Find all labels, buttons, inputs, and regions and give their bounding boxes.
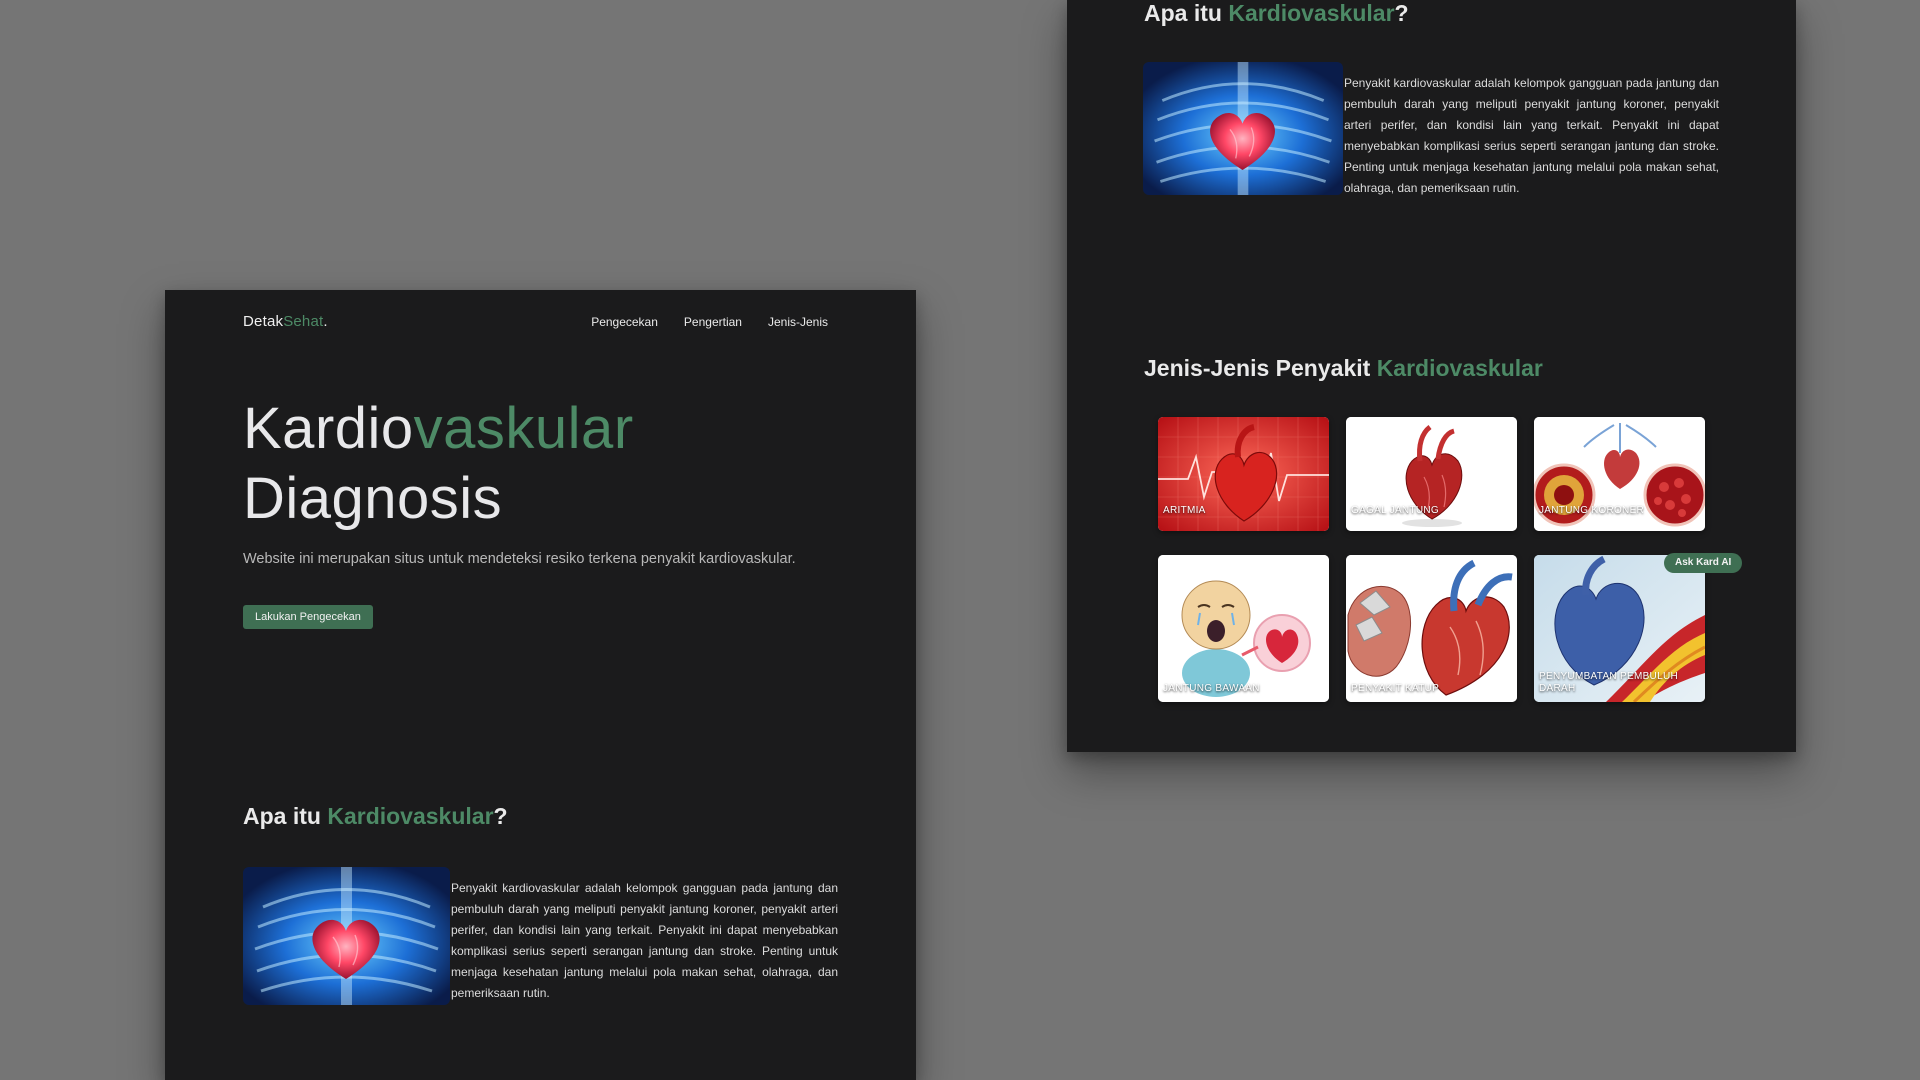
types-section-title: Jenis-Jenis Penyakit Kardiovaskular xyxy=(1144,355,1543,382)
hero-title-line1: Kardiovaskular xyxy=(243,394,634,464)
about-description: Penyakit kardiovaskular adalah kelompok … xyxy=(451,881,838,1000)
about-description: Penyakit kardiovaskular adalah kelompok … xyxy=(1344,76,1719,195)
types-page-preview: Apa itu Kardiovaskular? Penyakit kardiov… xyxy=(1067,0,1796,752)
disease-card-jantung-koroner[interactable]: JANTUNG KORONER xyxy=(1534,417,1705,531)
about-title-accent: Kardiovaskular xyxy=(327,803,494,829)
disease-card-penyakit-katup[interactable]: PENYAKIT KATUP xyxy=(1346,555,1517,702)
card-label: ARITMIA xyxy=(1163,505,1206,516)
card-label: PENYUMBATAN PEMBULUH DARAH xyxy=(1539,671,1678,694)
disease-card-aritmia[interactable]: ARITMIA xyxy=(1158,417,1329,531)
hero-title-line2: Diagnosis xyxy=(243,466,503,531)
heart-valve-image xyxy=(1346,555,1517,702)
hero-subtitle: Website ini merupakan situs untuk mendet… xyxy=(243,551,796,567)
brand-name-part2: Sehat xyxy=(283,313,324,330)
ask-kard-ai-button[interactable]: Ask Kard AI xyxy=(1664,553,1743,573)
disease-card-penyumbatan-pembuluh-darah[interactable]: PENYUMBATAN PEMBULUH DARAH xyxy=(1534,555,1705,702)
about-title-prefix: Apa itu xyxy=(1144,0,1229,26)
about-title-suffix: ? xyxy=(493,803,508,829)
nav-links: Pengecekan Pengertian Jenis-Jenis xyxy=(591,315,828,329)
card-label: GAGAL JANTUNG xyxy=(1351,505,1439,516)
nav-link-jenis-jenis[interactable]: Jenis-Jenis xyxy=(768,315,828,329)
disease-card-gagal-jantung[interactable]: GAGAL JANTUNG xyxy=(1346,417,1517,531)
disease-card-jantung-bawaan[interactable]: JANTUNG BAWAAN xyxy=(1158,555,1329,702)
heart-chest-xray-image xyxy=(1143,62,1343,195)
brand-logo[interactable]: DetakSehat. xyxy=(243,313,328,330)
about-title-prefix: Apa itu xyxy=(243,803,328,829)
check-now-button[interactable]: Lakukan Pengecekan xyxy=(243,605,373,629)
heart-chest-xray-image xyxy=(243,867,450,1005)
brand-name-part1: Detak xyxy=(243,313,284,330)
about-title-accent: Kardiovaskular xyxy=(1228,0,1395,26)
types-title-prefix: Jenis-Jenis Penyakit xyxy=(1144,355,1377,381)
navbar: DetakSehat. Pengecekan Pengertian Jenis-… xyxy=(243,308,828,338)
types-title-accent: Kardiovaskular xyxy=(1376,355,1543,381)
hero-title-part2: vaskular xyxy=(413,396,634,461)
about-title-suffix: ? xyxy=(1394,0,1409,26)
hero-title: Kardiovaskular Diagnosis xyxy=(243,394,634,534)
nav-link-pengertian[interactable]: Pengertian xyxy=(684,315,742,329)
card-label: JANTUNG KORONER xyxy=(1539,505,1645,516)
nav-link-pengecekan[interactable]: Pengecekan xyxy=(591,315,658,329)
brand-dot: . xyxy=(323,313,328,330)
landing-page-preview: DetakSehat. Pengecekan Pengertian Jenis-… xyxy=(165,290,916,1080)
card-label: JANTUNG BAWAAN xyxy=(1163,683,1260,694)
baby-heart-image xyxy=(1158,555,1329,702)
card-label: PENYAKIT KATUP xyxy=(1351,683,1440,694)
hero-title-part1: Kardio xyxy=(243,396,414,461)
about-section-title: Apa itu Kardiovaskular? xyxy=(1144,0,1409,27)
about-section-title: Apa itu Kardiovaskular? xyxy=(243,803,508,830)
